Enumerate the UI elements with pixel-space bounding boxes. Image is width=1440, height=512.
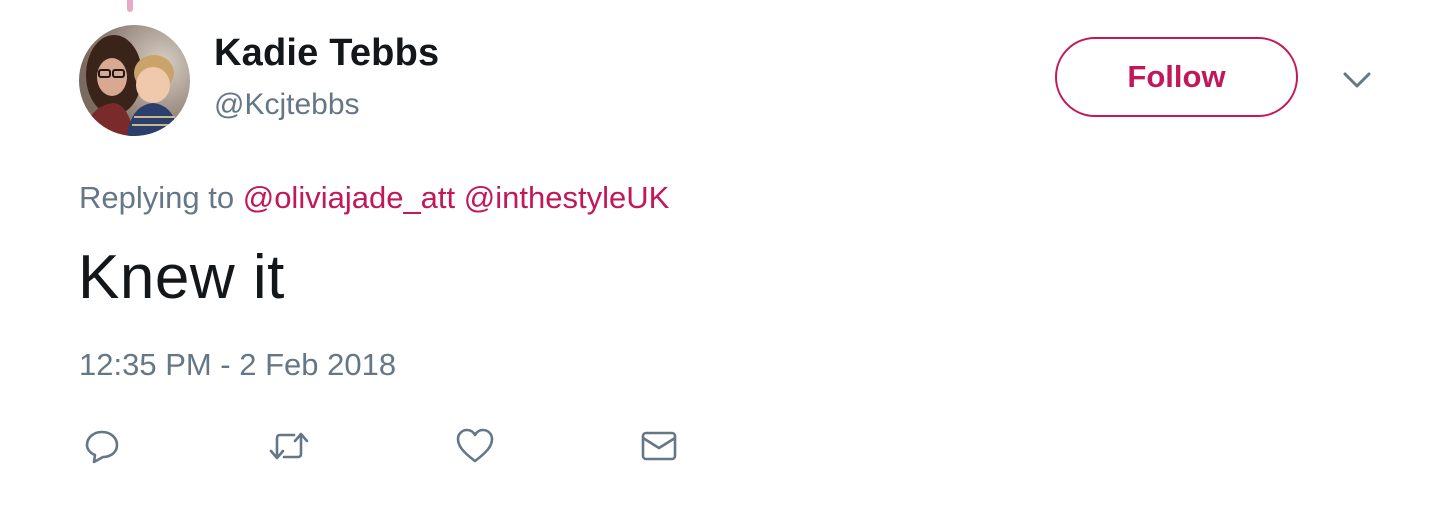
retweet-icon	[269, 432, 309, 460]
user-handle[interactable]: @Kcjtebbs	[214, 88, 360, 122]
retweet-button[interactable]	[267, 424, 311, 468]
reply-context: Replying to @oliviajade_att @inthestyleU…	[79, 180, 669, 216]
display-name[interactable]: Kadie Tebbs	[214, 32, 439, 75]
reply-context-label: Replying to	[79, 180, 235, 215]
avatar[interactable]	[79, 25, 190, 136]
like-heart-icon	[456, 428, 494, 463]
chevron-down-icon[interactable]	[1340, 64, 1374, 94]
like-button[interactable]	[453, 424, 497, 468]
mention-link[interactable]: @inthestyleUK	[464, 180, 670, 215]
reply-button[interactable]	[80, 424, 124, 468]
profile-photo-icon	[79, 25, 190, 136]
reply-icon	[85, 430, 119, 464]
tweet-timestamp[interactable]: 12:35 PM - 2 Feb 2018	[79, 347, 396, 383]
thread-connector-line	[127, 0, 133, 12]
tweet-text: Knew it	[78, 243, 285, 312]
direct-message-button[interactable]	[637, 424, 681, 468]
mention-link[interactable]: @oliviajade_att	[243, 180, 455, 215]
direct-message-icon	[641, 431, 677, 461]
follow-button[interactable]: Follow	[1055, 37, 1298, 117]
